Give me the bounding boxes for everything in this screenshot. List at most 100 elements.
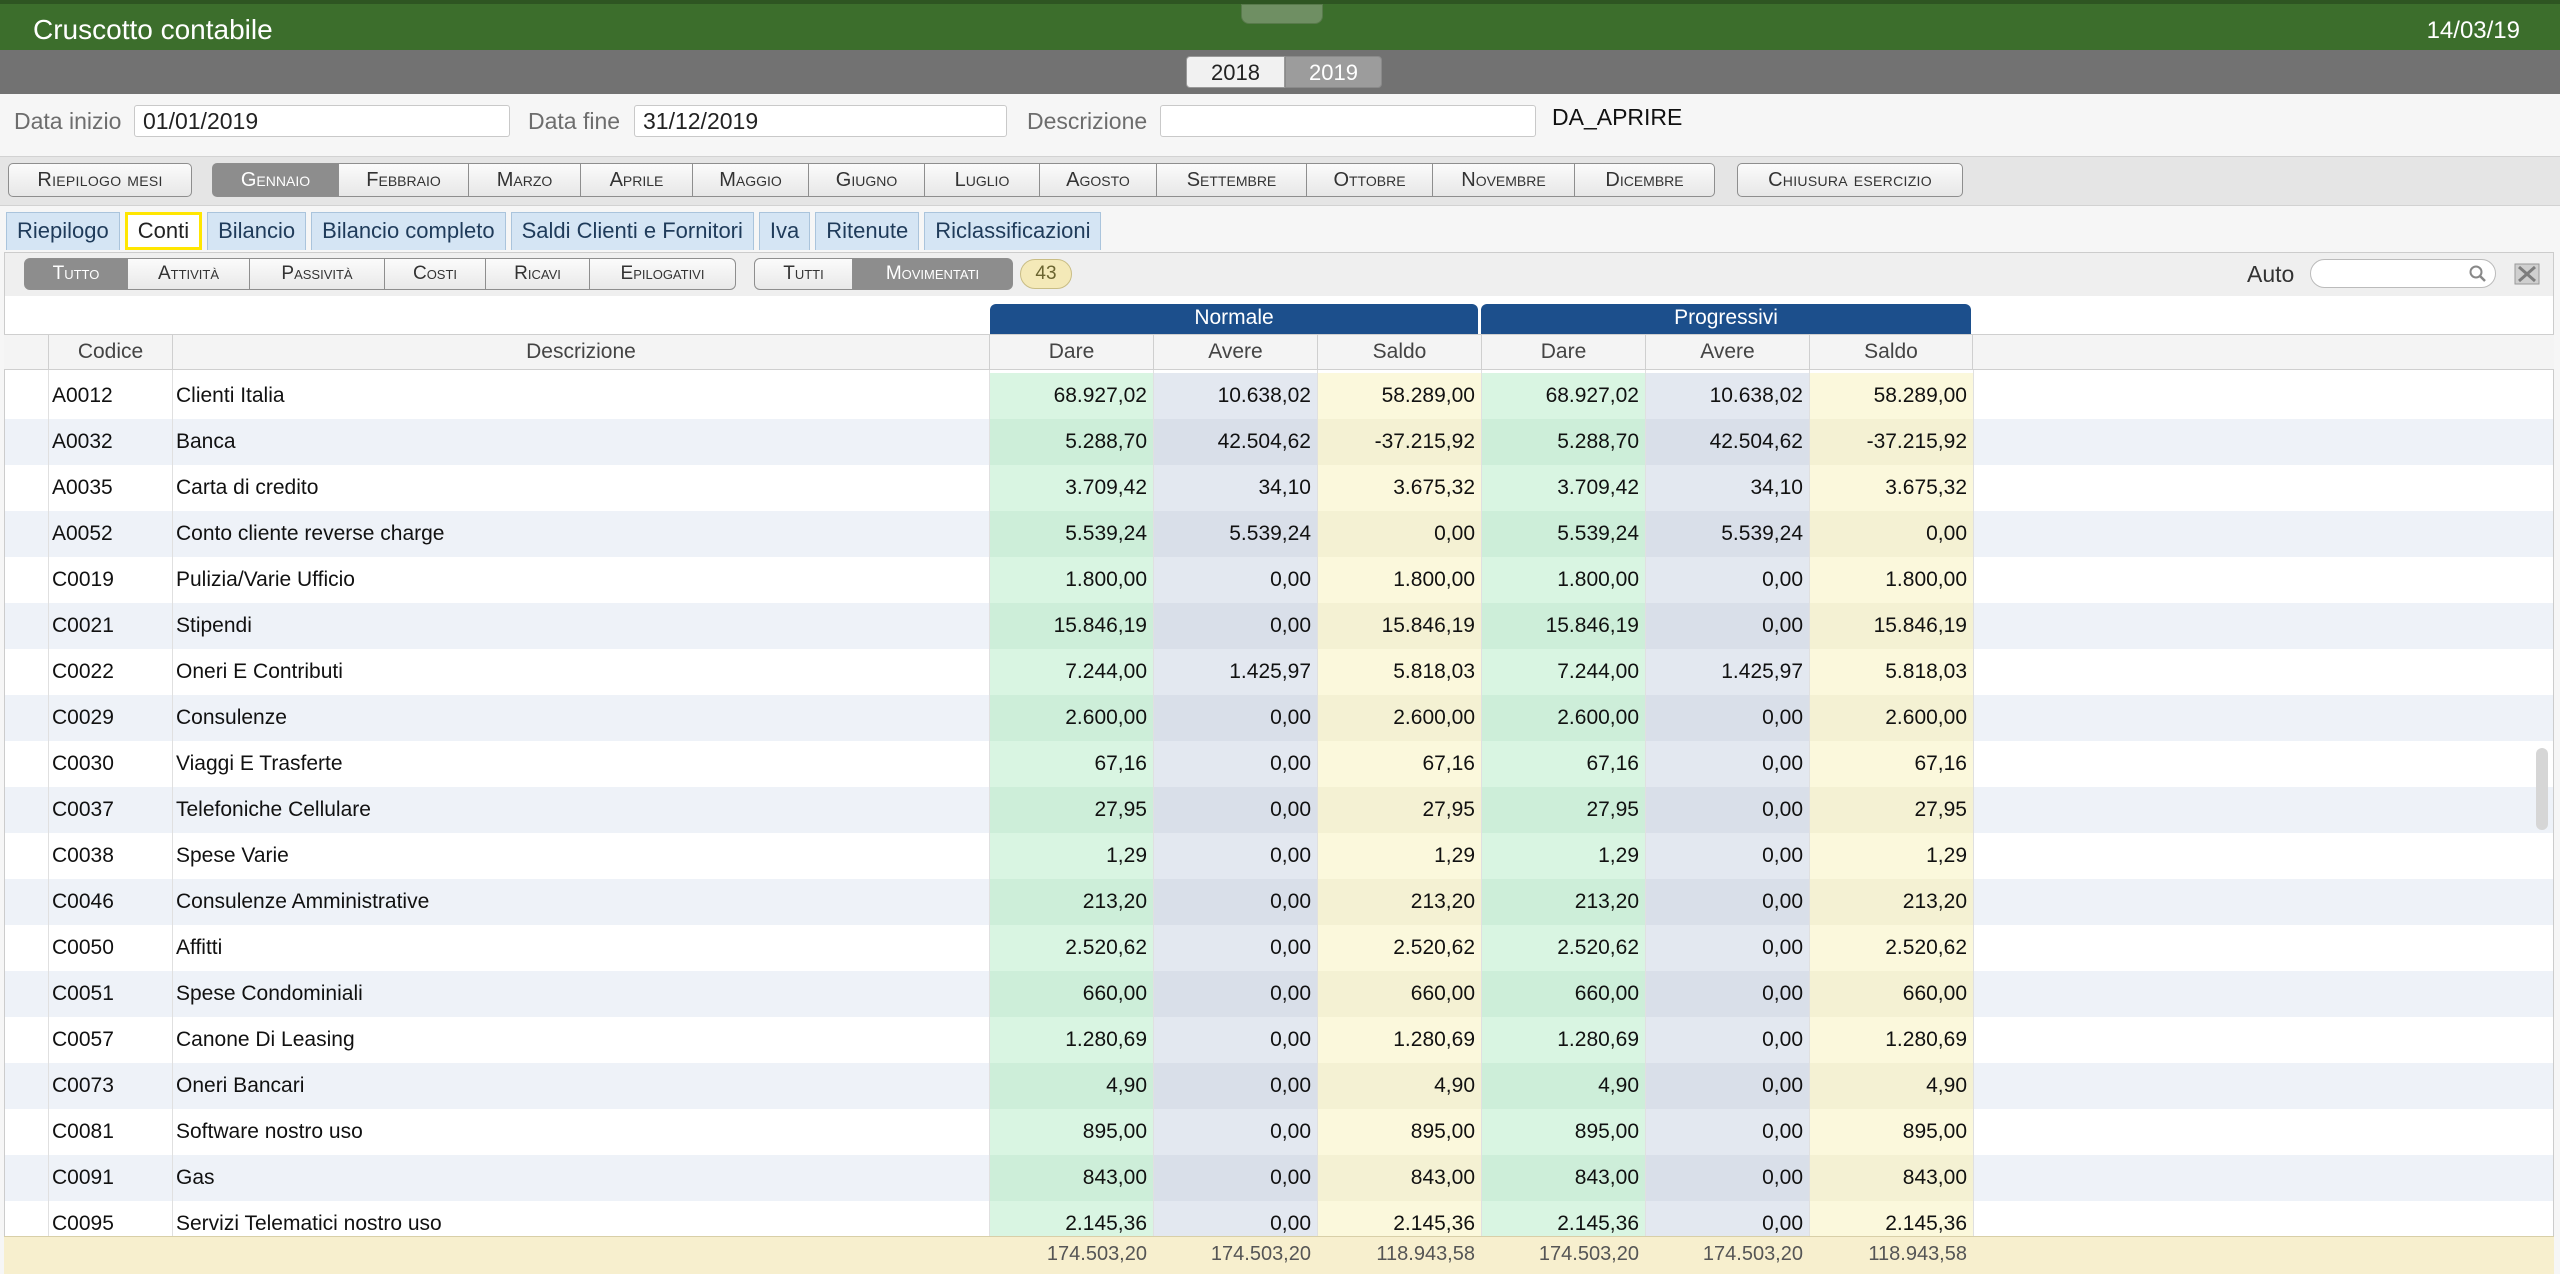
cell-normale-avere: 0,00	[1153, 695, 1317, 741]
tab-bilancio-completo[interactable]: Bilancio completo	[311, 212, 506, 250]
month-agosto[interactable]: Agosto	[1040, 163, 1157, 197]
table-row[interactable]: C0073 Oneri Bancari 4,90 0,00 4,90 4,90 0,00 4,…	[5, 1063, 2553, 1109]
cell-progressivi-saldo: 2.520,62	[1809, 925, 1973, 971]
header-progressivi-dare[interactable]: Dare	[1481, 334, 1645, 370]
month-giugno[interactable]: Giugno	[809, 163, 925, 197]
filter-movimentati[interactable]: Movimentati	[853, 258, 1013, 290]
table-row[interactable]: A0052 Conto cliente reverse charge 5.539,2…	[5, 511, 2553, 557]
cell-normale-saldo: 67,16	[1317, 741, 1481, 787]
table-row[interactable]: A0035 Carta di credito 3.709,42 34,10 3.675,…	[5, 465, 2553, 511]
export-excel-icon[interactable]	[2513, 261, 2543, 287]
cell-progressivi-saldo: 4,90	[1809, 1063, 1973, 1109]
filter-costi[interactable]: Costi	[385, 258, 486, 290]
table-row[interactable]: A0032 Banca 5.288,70 42.504,62 -37.215,92 5.2…	[5, 419, 2553, 465]
cell-normale-avere: 0,00	[1153, 603, 1317, 649]
cell-progressivi-dare: 67,16	[1481, 741, 1645, 787]
title-bar: Cruscotto contabile 14/03/19	[0, 0, 2560, 50]
cell-codice: C0037	[52, 798, 114, 821]
table-row[interactable]: C0029 Consulenze 2.600,00 0,00 2.600,00 2.600…	[5, 695, 2553, 741]
header-normale-dare[interactable]: Dare	[989, 334, 1153, 370]
filter-passivita[interactable]: Passività	[250, 258, 385, 290]
cell-normale-dare: 67,16	[989, 741, 1153, 787]
month-marzo[interactable]: Marzo	[469, 163, 581, 197]
filter-ricavi[interactable]: Ricavi	[486, 258, 590, 290]
header-descrizione[interactable]: Descrizione	[172, 334, 989, 370]
table-row[interactable]: C0030 Viaggi E Trasferte 67,16 0,00 67,16 67,…	[5, 741, 2553, 787]
cell-normale-avere: 0,00	[1153, 1109, 1317, 1155]
tab-riclassificazioni[interactable]: Riclassificazioni	[924, 212, 1102, 250]
table-row[interactable]: C0081 Software nostro uso 895,00 0,00 895,00…	[5, 1109, 2553, 1155]
cell-normale-saldo: 1,29	[1317, 833, 1481, 879]
header-progressivi-avere[interactable]: Avere	[1645, 334, 1809, 370]
drag-handle[interactable]	[1241, 4, 1323, 24]
cell-descrizione: Stipendi	[176, 614, 252, 637]
cell-progressivi-saldo: 15.846,19	[1809, 603, 1973, 649]
table-row[interactable]: C0046 Consulenze Amministrative 213,20 0,00…	[5, 879, 2553, 925]
cell-progressivi-avere: 0,00	[1645, 833, 1809, 879]
start-date-input[interactable]	[134, 105, 510, 137]
cell-normale-dare: 3.709,42	[989, 465, 1153, 511]
cell-codice: A0052	[52, 522, 113, 545]
month-aprile[interactable]: Aprile	[581, 163, 693, 197]
filter-tutti[interactable]: Tutti	[754, 258, 853, 290]
month-maggio[interactable]: Maggio	[693, 163, 809, 197]
filter-tutto[interactable]: Tutto	[24, 258, 128, 290]
table-row[interactable]: C0038 Spese Varie 1,29 0,00 1,29 1,29 0,00 1,29	[5, 833, 2553, 879]
table-row[interactable]: C0037 Telefoniche Cellulare 27,95 0,00 27,95…	[5, 787, 2553, 833]
tab-bilancio[interactable]: Bilancio	[207, 212, 307, 250]
cell-progressivi-dare: 68.927,02	[1481, 373, 1645, 419]
cell-codice: C0057	[52, 1028, 114, 1051]
cell-progressivi-dare: 660,00	[1481, 971, 1645, 1017]
end-date-input[interactable]	[634, 105, 1007, 137]
header-progressivi-saldo[interactable]: Saldo	[1809, 334, 1973, 370]
table-row[interactable]: C0057 Canone Di Leasing 1.280,69 0,00 1.280,…	[5, 1017, 2553, 1063]
year-2019-button[interactable]: 2019	[1285, 56, 1382, 88]
cell-progressivi-avere: 34,10	[1645, 465, 1809, 511]
tab-conti[interactable]: Conti	[124, 212, 203, 250]
cell-normale-saldo: 1.800,00	[1317, 557, 1481, 603]
cell-normale-dare: 5.288,70	[989, 419, 1153, 465]
filter-attivita[interactable]: Attività	[128, 258, 250, 290]
month-summary-button[interactable]: Riepilogo mesi	[8, 163, 192, 197]
search-icon[interactable]	[2468, 264, 2488, 284]
tab-iva[interactable]: Iva	[758, 212, 811, 250]
table-row[interactable]: C0021 Stipendi 15.846,19 0,00 15.846,19 15.84…	[5, 603, 2553, 649]
month-settembre[interactable]: Settembre	[1157, 163, 1307, 197]
cell-progressivi-dare: 5.539,24	[1481, 511, 1645, 557]
cell-normale-avere: 0,00	[1153, 741, 1317, 787]
filter-epilogativi[interactable]: Epilogativi	[590, 258, 736, 290]
cell-progressivi-avere: 5.539,24	[1645, 511, 1809, 557]
header-normale-saldo[interactable]: Saldo	[1317, 334, 1481, 370]
tab-riepilogo[interactable]: Riepilogo	[6, 212, 120, 250]
cell-normale-dare: 5.539,24	[989, 511, 1153, 557]
month-novembre[interactable]: Novembre	[1433, 163, 1575, 197]
header-codice[interactable]: Codice	[48, 334, 172, 370]
header-normale-avere[interactable]: Avere	[1153, 334, 1317, 370]
cell-normale-dare: 1.280,69	[989, 1017, 1153, 1063]
table-row[interactable]: C0051 Spese Condominiali 660,00 0,00 660,00 6…	[5, 971, 2553, 1017]
month-luglio[interactable]: Luglio	[925, 163, 1040, 197]
description-input[interactable]	[1160, 105, 1536, 137]
table-row[interactable]: C0019 Pulizia/Varie Ufficio 1.800,00 0,00 1.…	[5, 557, 2553, 603]
table-row[interactable]: A0012 Clienti Italia 68.927,02 10.638,02 58.…	[5, 373, 2553, 419]
cell-normale-dare: 27,95	[989, 787, 1153, 833]
cell-progressivi-avere: 0,00	[1645, 1017, 1809, 1063]
table-row[interactable]: C0091 Gas 843,00 0,00 843,00 843,00 0,00 843,00	[5, 1155, 2553, 1201]
year-2018-button[interactable]: 2018	[1186, 56, 1285, 88]
vertical-scrollbar[interactable]	[2536, 748, 2548, 830]
month-ottobre[interactable]: Ottobre	[1307, 163, 1433, 197]
month-dicembre[interactable]: Dicembre	[1575, 163, 1715, 197]
tab-saldi-clienti-fornitori[interactable]: Saldi Clienti e Fornitori	[510, 212, 754, 250]
table-row[interactable]: C0022 Oneri E Contributi 7.244,00 1.425,97 5…	[5, 649, 2553, 695]
tab-ritenute[interactable]: Ritenute	[815, 212, 920, 250]
cell-progressivi-saldo: 843,00	[1809, 1155, 1973, 1201]
month-selector: Gennaio Febbraio Marzo Aprile Maggio Giu…	[212, 163, 1715, 197]
month-febbraio[interactable]: Febbraio	[339, 163, 469, 197]
table-row[interactable]: C0050 Affitti 2.520,62 0,00 2.520,62 2.520,62…	[5, 925, 2553, 971]
cell-normale-avere: 0,00	[1153, 1017, 1317, 1063]
cell-codice: A0012	[52, 384, 113, 407]
close-year-button[interactable]: Chiusura esercizio	[1737, 163, 1963, 197]
month-gennaio[interactable]: Gennaio	[212, 163, 339, 197]
cell-normale-dare: 2.600,00	[989, 695, 1153, 741]
column-divider	[172, 370, 173, 1236]
